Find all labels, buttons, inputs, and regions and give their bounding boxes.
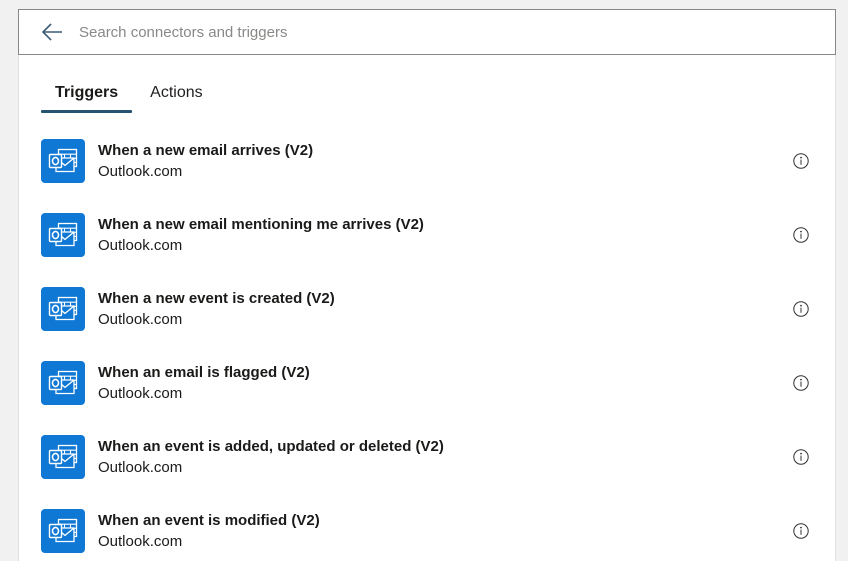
outlook-icon [41,361,85,405]
list-item-text: When a new email mentioning me arrives (… [98,215,792,255]
outlook-icon [41,509,85,553]
list-item-connector: Outlook.com [98,163,183,180]
list-item[interactable]: When a new email mentioning me arrives (… [19,198,835,272]
search-bar [18,9,836,55]
tab-bar: Triggers Actions [19,55,835,113]
connector-picker-panel: Triggers Actions [18,9,836,561]
list-item-title: When an event is modified (V2) [98,512,320,529]
tab-triggers[interactable]: Triggers [39,85,134,113]
info-circle-icon[interactable] [792,300,810,318]
list-item-title: When a new event is created (V2) [98,290,335,307]
list-item[interactable]: When a new event is created (V2) Outlook… [19,272,835,346]
list-item-connector: Outlook.com [98,311,183,328]
list-item-title: When an email is flagged (V2) [98,364,310,381]
info-circle-icon[interactable] [792,374,810,392]
outlook-icon [41,287,85,331]
list-item[interactable]: When a new email arrives (V2) Outlook.co… [19,124,835,198]
list-item-connector: Outlook.com [98,459,183,476]
outlook-icon [41,139,85,183]
list-item[interactable]: When an event is added, updated or delet… [19,420,835,494]
list-item-connector: Outlook.com [98,237,183,254]
tab-actions[interactable]: Actions [134,85,218,113]
list-item-connector: Outlook.com [98,533,183,550]
info-circle-icon[interactable] [792,448,810,466]
list-item[interactable]: When an email is flagged (V2) Outlook.co… [19,346,835,420]
list-item-text: When an event is added, updated or delet… [98,437,792,477]
list-item-text: When an event is modified (V2) Outlook.c… [98,511,792,551]
list-item-title: When a new email mentioning me arrives (… [98,216,424,233]
outlook-icon [41,213,85,257]
panel-content: Triggers Actions When a new email arrive… [18,55,836,561]
list-item-title: When an event is added, updated or delet… [98,438,444,455]
list-item-text: When a new email arrives (V2) Outlook.co… [98,141,792,181]
list-item[interactable]: When an event is modified (V2) Outlook.c… [19,494,835,561]
trigger-list: When a new email arrives (V2) Outlook.co… [19,113,835,561]
search-input[interactable] [79,10,823,54]
list-item-title: When a new email arrives (V2) [98,142,314,159]
info-circle-icon[interactable] [792,152,810,170]
outlook-icon [41,435,85,479]
info-circle-icon[interactable] [792,226,810,244]
list-item-text: When a new event is created (V2) Outlook… [98,289,792,329]
back-arrow-icon[interactable] [39,19,65,45]
list-item-text: When an email is flagged (V2) Outlook.co… [98,363,792,403]
info-circle-icon[interactable] [792,522,810,540]
list-item-connector: Outlook.com [98,385,183,402]
